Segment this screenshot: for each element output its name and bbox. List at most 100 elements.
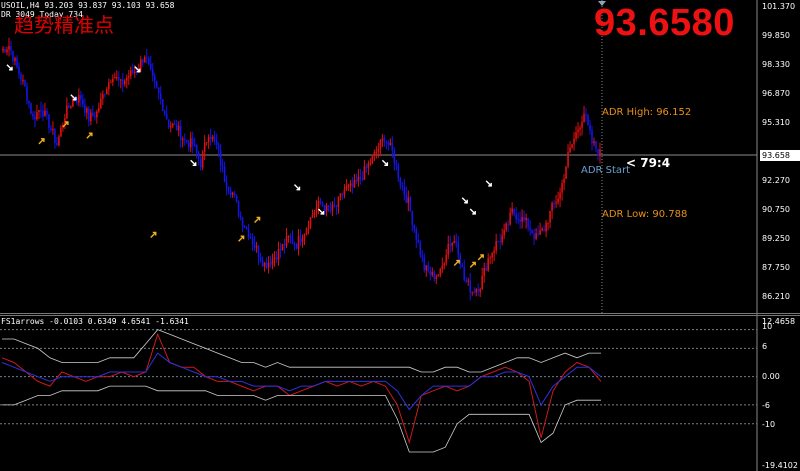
chart-window[interactable]: USOIL,H4 93.203 93.837 93.103 93.658 DR … bbox=[0, 0, 800, 471]
candle-body bbox=[457, 241, 460, 256]
buy-arrow-icon bbox=[86, 132, 93, 139]
candle-body bbox=[363, 166, 366, 180]
candle-body bbox=[36, 112, 38, 120]
candle-body bbox=[359, 176, 362, 179]
candle-body bbox=[335, 205, 338, 207]
candle-body bbox=[249, 237, 252, 239]
candle-body bbox=[227, 187, 230, 191]
candle-body bbox=[497, 241, 499, 243]
candle-body bbox=[241, 217, 244, 227]
candle-body bbox=[395, 163, 398, 166]
candle-body bbox=[441, 265, 444, 270]
candle-body bbox=[303, 234, 306, 239]
price-axis-label: 92.270 bbox=[762, 176, 790, 185]
candle-body bbox=[435, 276, 438, 279]
candle-body bbox=[553, 203, 555, 205]
candle-body bbox=[76, 101, 78, 103]
candle-body bbox=[239, 215, 242, 218]
indicator-levels-layer bbox=[0, 329, 757, 425]
chart-canvas[interactable] bbox=[0, 0, 800, 471]
candle-body bbox=[569, 147, 571, 153]
candle-body bbox=[393, 150, 396, 164]
candle-body bbox=[499, 241, 501, 243]
candle-body bbox=[98, 108, 100, 112]
candle-body bbox=[247, 228, 250, 238]
candle-body bbox=[175, 124, 178, 131]
candle-body bbox=[591, 130, 593, 144]
candle-body bbox=[503, 230, 505, 236]
sell-arrow-icon bbox=[469, 208, 476, 215]
candle-body bbox=[475, 289, 478, 293]
current-price-tag: 93.658 bbox=[760, 150, 800, 161]
candle-body bbox=[245, 227, 248, 229]
candle-body bbox=[16, 57, 18, 67]
candle-body bbox=[177, 125, 180, 131]
candle-body bbox=[60, 127, 62, 137]
candle-body bbox=[407, 197, 410, 203]
candle-body bbox=[116, 76, 118, 78]
candle-body bbox=[415, 229, 418, 240]
candle-body bbox=[203, 142, 206, 153]
candle-body bbox=[112, 78, 114, 83]
candle-body bbox=[26, 86, 28, 101]
candle-body bbox=[409, 197, 412, 211]
candle-body bbox=[139, 59, 142, 69]
candle-body bbox=[421, 255, 424, 258]
candle-body bbox=[88, 108, 90, 122]
sell-arrow-icon bbox=[317, 208, 325, 215]
indicator-axis-label: -19.4102 bbox=[762, 461, 798, 470]
candle-body bbox=[593, 141, 595, 144]
candle-body bbox=[20, 73, 22, 81]
candle-body bbox=[94, 115, 96, 118]
candle-body bbox=[317, 200, 320, 208]
candle-body bbox=[289, 235, 292, 239]
candle-body bbox=[383, 138, 386, 143]
candle-body bbox=[84, 104, 86, 113]
candle-body bbox=[529, 227, 531, 231]
candle-body bbox=[147, 58, 150, 64]
candle-body bbox=[187, 142, 190, 148]
candle-body bbox=[375, 152, 378, 154]
candle-body bbox=[315, 207, 318, 213]
candle-body bbox=[455, 240, 458, 242]
candle-body bbox=[319, 200, 322, 203]
sell-arrow-icon bbox=[294, 184, 301, 191]
candle-body bbox=[4, 48, 6, 53]
candle-body bbox=[151, 69, 154, 77]
candle-body bbox=[229, 190, 232, 195]
candle-body bbox=[445, 255, 448, 264]
candle-body bbox=[549, 211, 551, 223]
candle-body bbox=[153, 76, 156, 82]
candle-body bbox=[301, 238, 304, 242]
candle-body bbox=[265, 263, 268, 268]
candle-body bbox=[169, 126, 172, 128]
indicator-axis-label: 0.00 bbox=[762, 372, 780, 381]
candle-body bbox=[567, 152, 569, 167]
candle-body bbox=[443, 263, 446, 266]
candle-body bbox=[431, 271, 434, 275]
candle-body bbox=[173, 123, 176, 125]
candle-body bbox=[515, 214, 517, 220]
candle-body bbox=[453, 240, 456, 244]
candle-body bbox=[485, 267, 487, 271]
ratio-label: < 79:4 bbox=[626, 156, 671, 170]
candle-body bbox=[351, 183, 354, 188]
candle-body bbox=[125, 77, 128, 81]
candle-body bbox=[403, 186, 406, 195]
candle-body bbox=[181, 139, 184, 141]
indicator-axis-label: -10 bbox=[762, 420, 776, 429]
candle-body bbox=[121, 79, 124, 85]
price-axis-label: 87.750 bbox=[762, 263, 790, 272]
candle-body bbox=[52, 129, 54, 131]
sell-arrow-icon bbox=[381, 159, 389, 166]
candle-body bbox=[595, 141, 597, 149]
candle-body bbox=[509, 212, 511, 225]
candle-body bbox=[367, 163, 370, 168]
candle-body bbox=[539, 230, 541, 235]
candle-body bbox=[599, 149, 601, 156]
candle-body bbox=[243, 226, 246, 228]
candle-body bbox=[80, 95, 82, 100]
candle-body bbox=[505, 223, 507, 231]
candle-body bbox=[96, 111, 98, 118]
candle-body bbox=[157, 87, 160, 94]
